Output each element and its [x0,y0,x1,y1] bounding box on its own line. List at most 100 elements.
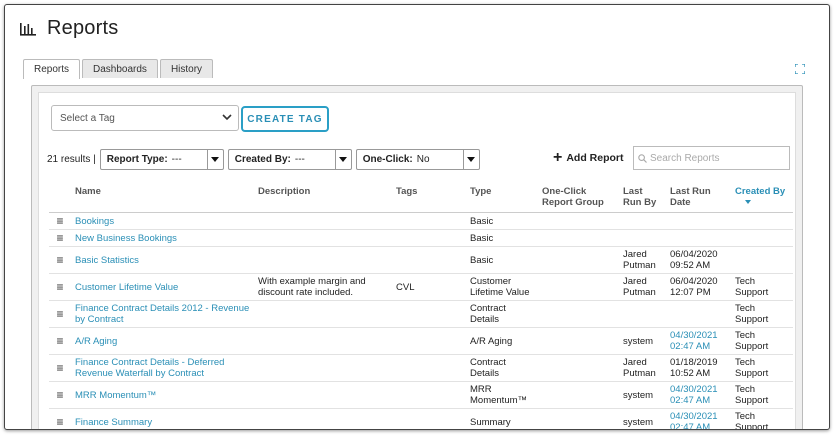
report-type: Contract Details [470,357,506,379]
search-input[interactable]: Search Reports [633,146,790,170]
report-group-cell [538,408,619,429]
reports-table: Name Description Tags Type One-Click Rep… [49,183,793,429]
report-type-label: Report Type: [106,154,168,165]
drag-handle-icon-cell: ≡ [49,408,71,429]
column-header-tags[interactable]: Tags [392,183,466,213]
report-name-link[interactable]: Finance Contract Details - Deferred Reve… [75,357,224,379]
report-run-date-cell [666,212,731,230]
table-row[interactable]: ≡ New Business Bookings Basic [49,229,793,247]
table-row[interactable]: ≡ Finance Contract Details - Deferred Rev… [49,354,793,382]
drag-handle-icon[interactable]: ≡ [56,415,63,429]
report-name-link[interactable]: Customer Lifetime Value [75,282,178,293]
report-name-link-cell: Customer Lifetime Value [71,273,254,301]
report-run-date[interactable]: 04/30/2021 02:47 AM [670,384,718,406]
report-tags-cell: CVL [392,273,466,301]
report-run-date[interactable]: 04/30/2021 02:47 AM [670,411,718,429]
report-run-by: system [623,416,654,428]
drag-handle-icon-cell: ≡ [49,212,71,230]
report-run-date-cell: 06/04/2020 09:52 AM [666,246,731,274]
report-name-link[interactable]: A/R Aging [75,336,117,347]
table-row[interactable]: ≡ Customer Lifetime Value With example mar… [49,273,793,301]
one-click-label: One-Click: [362,154,413,165]
reports-panel: Select a Tag CREATE TAG 21 results | Rep… [31,85,803,429]
drag-handle-icon-cell: ≡ [49,381,71,409]
report-tags-cell [392,300,466,328]
report-created-by-cell [731,246,793,274]
table-row[interactable]: ≡ Basic Statistics Basic Jared Putman 06/04/… [49,246,793,274]
report-run-by: Jared Putman [623,357,656,379]
sort-desc-icon [745,200,751,205]
tab-history[interactable]: History [159,59,214,78]
report-type-filter[interactable]: Report Type: --- [99,149,224,170]
report-created-by: Tech Support [735,330,769,352]
report-name-link[interactable]: Finance Summary [75,417,152,428]
report-group-cell [538,273,619,301]
report-tags-cell [392,212,466,230]
tag-select[interactable]: Select a Tag [51,105,239,131]
drag-handle-icon[interactable]: ≡ [56,361,63,375]
table-row[interactable]: ≡ Finance Summary Summary system 04/30/2021 … [49,408,793,429]
table-row[interactable]: ≡ MRR Momentum™ MRR Momentum™ system 04/30/2… [49,381,793,409]
report-run-by-cell: system [619,327,666,355]
drag-handle-icon-cell: ≡ [49,354,71,382]
report-name-link[interactable]: Basic Statistics [75,255,139,266]
create-tag-button[interactable]: CREATE TAG [241,106,329,132]
report-type-cell: Basic [466,212,538,230]
column-header-created-by[interactable]: Created By [731,183,793,213]
table-row[interactable]: ≡ Finance Contract Details 2012 - Revenue… [49,300,793,328]
report-created-by-cell [731,212,793,230]
drag-handle-icon[interactable]: ≡ [56,334,63,348]
reports-content: Select a Tag CREATE TAG 21 results | Rep… [38,92,796,429]
report-name-link[interactable]: New Business Bookings [75,233,177,244]
column-header-name[interactable]: Name [71,183,254,213]
report-description-cell [254,327,392,355]
report-created-by-cell: Tech Support [731,408,793,429]
report-name-link-cell: Bookings [71,212,254,230]
table-row[interactable]: ≡ A/R Aging A/R Aging system 04/30/2021 02:4… [49,327,793,355]
drag-handle-icon[interactable]: ≡ [56,388,63,402]
report-run-date[interactable]: 04/30/2021 02:47 AM [670,330,718,352]
report-name-link[interactable]: MRR Momentum™ [75,390,156,401]
report-run-by-cell: Jared Putman [619,354,666,382]
tab-dashboards[interactable]: Dashboards [82,59,158,78]
report-name-link-cell: Finance Contract Details - Deferred Reve… [71,354,254,382]
column-header-type[interactable]: Type [466,183,538,213]
drag-handle-icon[interactable]: ≡ [56,253,63,267]
drag-handle-icon[interactable]: ≡ [56,280,63,294]
report-created-by-cell: Tech Support [731,300,793,328]
report-tags: CVL [396,281,415,293]
drag-handle-icon-cell: ≡ [49,273,71,301]
report-run-date-cell: 04/30/2021 02:47 AM [666,327,731,355]
column-header-description[interactable]: Description [254,183,392,213]
drag-handle-icon-cell: ≡ [49,300,71,328]
column-header-group[interactable]: One-Click Report Group [538,183,619,213]
report-name-link[interactable]: Finance Contract Details 2012 - Revenue … [75,303,249,325]
created-by-filter[interactable]: Created By: --- [227,149,352,170]
report-group-cell [538,354,619,382]
created-by-value: --- [294,154,305,165]
report-description-cell [254,246,392,274]
report-name-link[interactable]: Bookings [75,216,114,227]
one-click-filter[interactable]: One-Click: No [355,149,480,170]
report-run-date: 01/18/2019 10:52 AM [670,357,718,379]
drag-handle-icon-cell: ≡ [49,327,71,355]
drag-handle-icon[interactable]: ≡ [56,307,63,321]
report-type-cell: Summary [466,408,538,429]
tab-reports[interactable]: Reports [23,59,81,79]
drag-handle-icon[interactable]: ≡ [56,231,63,245]
column-header-run-by[interactable]: Last Run By [619,183,666,213]
report-run-by-cell: system [619,408,666,429]
column-header-run-date[interactable]: Last Run Date [666,183,731,213]
report-name-link-cell: Finance Contract Details 2012 - Revenue … [71,300,254,328]
report-run-by-cell: Jared Putman [619,246,666,274]
expand-icon[interactable] [794,61,806,75]
report-run-by: Jared Putman [623,249,656,271]
search-icon [638,154,647,163]
report-description-cell [254,408,392,429]
caret-down-icon [467,157,476,162]
add-report-button[interactable]: + Add Report [553,149,624,166]
report-run-by: Jared Putman [623,276,656,298]
plus-icon: + [553,149,563,166]
table-row[interactable]: ≡ Bookings Basic [49,212,793,230]
drag-handle-icon[interactable]: ≡ [56,214,63,228]
